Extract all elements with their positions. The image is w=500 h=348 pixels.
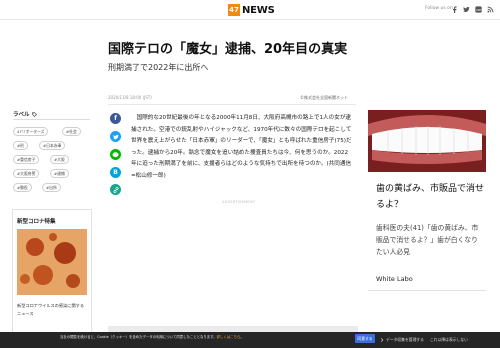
facebook-icon[interactable] (450, 5, 459, 14)
ad-divider (368, 290, 486, 291)
accept-button[interactable]: 同意する (355, 334, 375, 343)
copy-link-icon[interactable] (110, 184, 121, 195)
site-header: 47 NEWS Follow us on LINE (0, 0, 500, 20)
ad-teeth-image[interactable] (368, 110, 486, 172)
chevron-right-icon (380, 338, 384, 342)
divider (108, 104, 356, 105)
tag-chip[interactable]: #社会 (62, 127, 81, 136)
coronavirus-image[interactable] (17, 229, 87, 295)
label-heading: ラベル (13, 110, 37, 118)
tag-chip[interactable]: #大阪府警 (13, 169, 40, 178)
label-divider (13, 119, 90, 120)
logo-badge: 47 (228, 4, 240, 16)
article-subtitle: 刑期満了で2022年に出所へ (108, 63, 209, 72)
consent-text-main: 当社の閲覧を続けると、Cookie（クッキー）を含めたデータの利用について同意し… (60, 335, 217, 339)
site-logo[interactable]: 47 NEWS (228, 4, 275, 16)
ad-headline[interactable]: 歯の黄ばみ、市販品で消せるよ？ (376, 181, 484, 213)
ad-description: 歯科医の夫(41)「歯の黄ばみ、市販品で消せるよ？」歯が白くなりたい人必見 (376, 224, 479, 256)
share-line-icon[interactable] (110, 149, 121, 160)
rss-icon[interactable] (486, 5, 495, 14)
ad-brand[interactable]: White Labo (376, 275, 413, 283)
tag-chip[interactable]: #逮捕 (50, 169, 69, 178)
tag-chip[interactable]: #重信房子 (13, 155, 40, 164)
consent-text: 当社の閲覧を続けると、Cookie（クッキー）を含めたデータの利用について同意し… (60, 335, 360, 340)
twitter-icon[interactable] (462, 5, 471, 14)
share-facebook-icon[interactable]: f (110, 113, 121, 124)
do-not-show-button[interactable]: これ以降は表示しない (430, 337, 468, 343)
tag-chip[interactable]: #日本赤軍 (39, 141, 66, 150)
corona-feature-title: 新型コロナ特集 (17, 219, 56, 225)
share-hatena-icon[interactable]: B (110, 167, 121, 178)
tag-chip[interactable]: #出所 (42, 183, 61, 192)
logo-text: NEWS (242, 4, 275, 16)
corona-feature-text: 新型コロナウイルスの感染に関するニュース (17, 303, 85, 316)
consent-details-link[interactable]: 詳しくはこちら (217, 335, 241, 339)
manage-data-label: データ収集を管理する (386, 337, 424, 342)
article-paragraph: 国際的な20世紀最後の年となる2000年11月8日、大阪府高槻市の路上で1人の女… (131, 115, 352, 179)
tag-chip[interactable]: #懲役 (13, 183, 32, 192)
follow-label: Follow us on (425, 6, 453, 11)
manage-data-button[interactable]: データ収集を管理する (380, 337, 424, 343)
tag-chip[interactable]: #大阪 (50, 155, 69, 164)
tag-chip[interactable]: 47リポーターズ (13, 127, 49, 136)
svg-text:LINE: LINE (476, 9, 482, 12)
share-twitter-icon[interactable] (110, 131, 121, 142)
article-title: 国際テロの「魔女」逮捕、20年目の真実 (108, 42, 348, 57)
article-date: 2020/11/8 18:00 (JST) (108, 95, 152, 100)
consent-text-end: 。 (240, 335, 244, 339)
label-heading-text: ラベル (13, 112, 30, 118)
tag-chip[interactable]: #刑 (13, 141, 28, 150)
advertisement-label: ADVERTISEMENT (222, 200, 256, 204)
article-source: ©株式会社全国新聞ネット (300, 95, 348, 100)
tag-icon (31, 111, 37, 117)
line-icon[interactable]: LINE (474, 5, 483, 14)
